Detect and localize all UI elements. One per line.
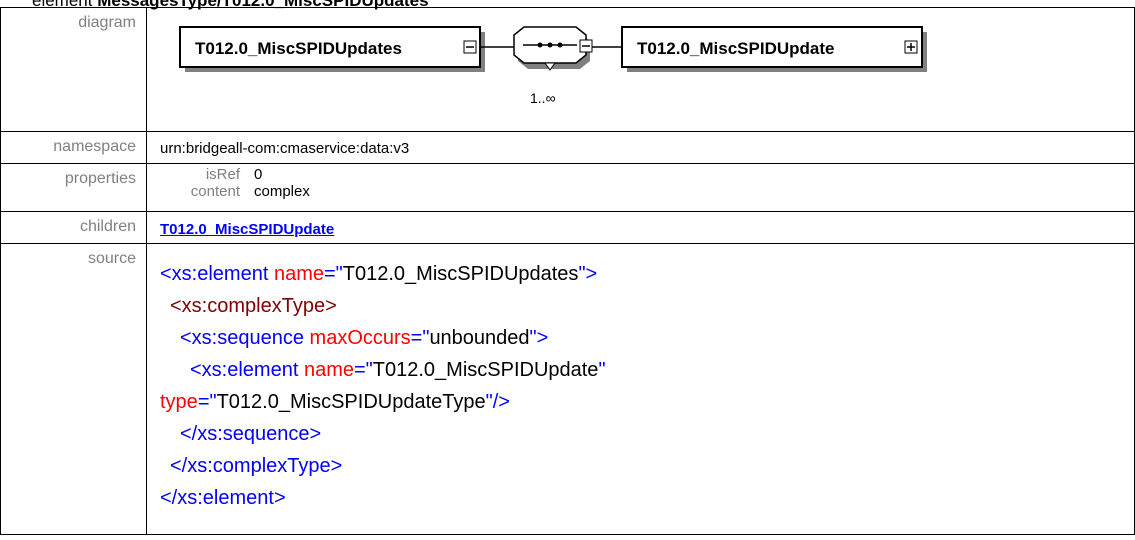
source-line-6: </xs:sequence> <box>160 418 1134 450</box>
source-row: source <xs:element name="T012.0_MiscSPID… <box>0 243 1135 535</box>
source-value: T012.0_MiscSPIDUpdateType <box>216 391 486 413</box>
source-eq: =" <box>197 391 217 413</box>
source-code: <xs:element name="T012.0_MiscSPIDUpdates… <box>160 258 1134 514</box>
diagram-label: diagram <box>0 7 147 132</box>
properties-list: isRef 0 content complex <box>160 164 1134 200</box>
child-box-label: T012.0_MiscSPIDUpdate <box>637 39 834 58</box>
source-attr: type <box>160 391 198 413</box>
source-line-8: </xs:element> <box>160 482 1134 514</box>
source-eq: =" <box>323 263 343 285</box>
source-tag: </xs:sequence> <box>180 423 322 445</box>
source-attr: maxOccurs <box>309 327 411 349</box>
source-eq: =" <box>353 359 373 381</box>
property-value: complex <box>254 183 310 200</box>
source-line-3: <xs:sequence maxOccurs="unbounded"> <box>160 322 1134 354</box>
children-row: children T012.0_MiscSPIDUpdate <box>0 211 1135 244</box>
source-tag: <xs:element <box>160 263 274 285</box>
properties-cell: isRef 0 content complex <box>146 163 1135 212</box>
source-line-1: <xs:element name="T012.0_MiscSPIDUpdates… <box>160 258 1134 290</box>
source-close: " <box>598 359 606 381</box>
source-close: "> <box>578 263 598 285</box>
source-tag: </xs:element> <box>160 487 286 509</box>
property-label: isRef <box>205 166 240 183</box>
source-tag: <xs:element <box>190 359 304 381</box>
source-value: T012.0_MiscSPIDUpdates <box>342 263 579 285</box>
properties-row: properties isRef 0 content complex <box>0 163 1135 212</box>
sequence-dot-3 <box>557 42 563 48</box>
property-value: 0 <box>254 166 263 183</box>
source-value: unbounded <box>429 327 530 349</box>
source-cell: <xs:element name="T012.0_MiscSPIDUpdates… <box>146 243 1135 535</box>
source-tag: <xs:complexType> <box>170 295 337 317</box>
property-label: content <box>190 183 240 200</box>
source-line-7: </xs:complexType> <box>160 450 1134 482</box>
child-element-link[interactable]: T012.0_MiscSPIDUpdate <box>160 221 334 238</box>
namespace-value: urn:bridgeall-com:cmaservice:data:v3 <box>160 140 410 157</box>
diagram-row: diagram T012.0_MiscSPIDUpdates 1..∞ T012… <box>0 7 1135 132</box>
source-value: T012.0_MiscSPIDUpdate <box>372 359 599 381</box>
source-line-2: <xs:complexType> <box>160 290 1134 322</box>
children-label: children <box>0 211 147 244</box>
children-cell: T012.0_MiscSPIDUpdate <box>146 211 1135 244</box>
parent-box-label: T012.0_MiscSPIDUpdates <box>195 39 402 58</box>
source-close: "/> <box>485 391 510 413</box>
schema-diagram: T012.0_MiscSPIDUpdates 1..∞ T012.0_MiscS… <box>179 26 927 106</box>
occurrence-label: 1..∞ <box>530 90 556 106</box>
source-line-4: <xs:element name="T012.0_MiscSPIDUpdate" <box>160 354 1134 386</box>
source-attr: name <box>273 263 324 285</box>
sequence-dot-1 <box>537 42 543 48</box>
source-attr: name <box>303 359 354 381</box>
properties-label: properties <box>0 163 147 212</box>
element-doc-table: diagram T012.0_MiscSPIDUpdates 1..∞ T012… <box>0 7 1135 535</box>
namespace-cell: urn:bridgeall-com:cmaservice:data:v3 <box>146 131 1135 164</box>
source-tag: </xs:complexType> <box>170 455 343 477</box>
property-isref: isRef 0 <box>160 166 1134 183</box>
source-tag: <xs:sequence <box>180 327 310 349</box>
sequence-dot-2 <box>547 42 553 48</box>
diagram-cell: T012.0_MiscSPIDUpdates 1..∞ T012.0_MiscS… <box>146 7 1135 132</box>
namespace-label: namespace <box>0 131 147 164</box>
source-label: source <box>0 243 147 535</box>
source-eq: =" <box>410 327 430 349</box>
property-content: content complex <box>160 183 1134 200</box>
source-line-5: type="T012.0_MiscSPIDUpdateType"/> <box>160 386 1134 418</box>
source-close: "> <box>529 327 549 349</box>
namespace-row: namespace urn:bridgeall-com:cmaservice:d… <box>0 131 1135 164</box>
